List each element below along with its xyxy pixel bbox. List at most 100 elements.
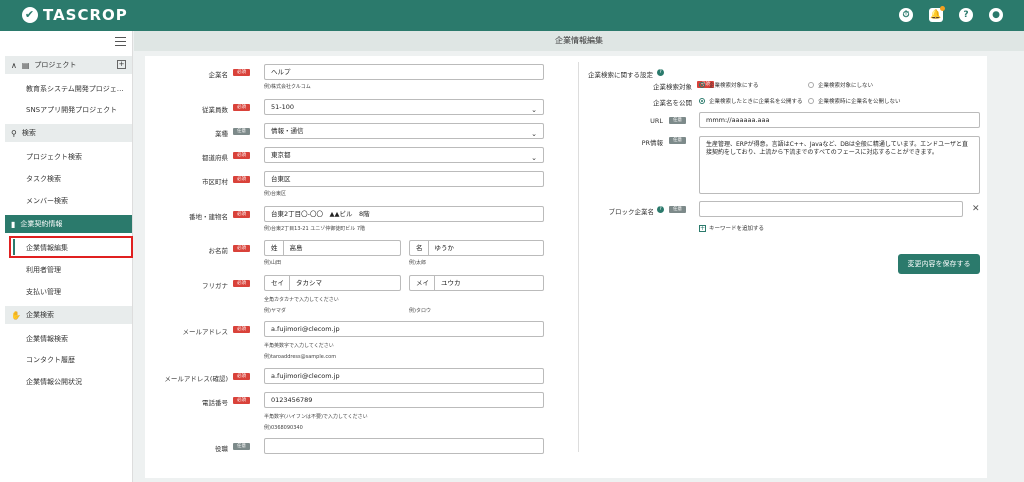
address-label: 番地・建物名 bbox=[189, 213, 228, 221]
sidebar-section-company-search[interactable]: ✋ 企業検索 bbox=[5, 306, 132, 324]
required-badge: 必須 bbox=[233, 211, 250, 218]
email-confirm-input[interactable]: a.fujimori@clecom.jp bbox=[264, 368, 544, 384]
first-furigana-input[interactable]: メイ ユウカ bbox=[409, 275, 544, 291]
add-project-icon[interactable]: + bbox=[117, 60, 126, 69]
help-icon[interactable]: ? bbox=[959, 8, 973, 22]
last-name-input[interactable]: 姓高島 bbox=[264, 240, 401, 256]
prefecture-select[interactable]: 東京都 ⌄ bbox=[264, 147, 544, 163]
first-furigana-value: ユウカ bbox=[441, 279, 461, 287]
radio-label: 企業検索時に企業名を公開しない bbox=[818, 99, 901, 105]
position-input[interactable] bbox=[264, 438, 544, 454]
brand-name: TASCROP bbox=[43, 6, 128, 24]
help-circle-icon[interactable]: ? bbox=[657, 206, 664, 213]
required-badge: 必須 bbox=[233, 397, 250, 404]
position-label: 役職 bbox=[215, 445, 228, 453]
bell-icon[interactable]: 🔔 bbox=[929, 6, 945, 22]
sidebar-section-label: 検索 bbox=[21, 129, 36, 137]
last-furigana-input[interactable]: セイ タカシマ bbox=[264, 275, 401, 291]
publish-name-off-radio[interactable]: 企業検索時に企業名を公開しない bbox=[808, 97, 901, 105]
sidebar-section-label: プロジェクト bbox=[34, 61, 77, 69]
address-input[interactable]: 台東2丁目〇-〇〇 ▲▲ビル 8階 bbox=[264, 206, 544, 222]
company-name-label: 企業名 bbox=[208, 71, 229, 79]
column-divider bbox=[578, 62, 579, 452]
search-target-off-radio[interactable]: 企業検索対象にしない bbox=[808, 81, 873, 89]
optional-badge: 任意 bbox=[669, 206, 686, 213]
radio-label: 企業検索対象にする bbox=[709, 83, 759, 89]
phone-hint: 半角数字(ハイフンは不要)で入力してください bbox=[264, 414, 368, 420]
company-name-input[interactable]: ヘルプ bbox=[264, 64, 544, 80]
phone-example: 例)0368090340 bbox=[264, 425, 303, 431]
hamburger-icon[interactable] bbox=[115, 37, 126, 46]
save-button[interactable]: 変更内容を保存する bbox=[898, 254, 980, 274]
pr-textarea[interactable]: 生産管理、ERPが得意。言語はC++、Javaなど、DBは全般に精通しています。… bbox=[699, 136, 980, 194]
first-name-value: ゆうか bbox=[434, 244, 455, 252]
sidebar-section-contract[interactable]: ▮ 企業契約情報 bbox=[5, 215, 132, 233]
sidebar-item-payment[interactable]: 支払い管理 bbox=[26, 287, 61, 297]
last-furigana-hint: 例)ヤマダ bbox=[264, 308, 286, 314]
block-company-input[interactable] bbox=[699, 201, 963, 217]
first-name-input[interactable]: 名ゆうか bbox=[409, 240, 544, 256]
help-circle-icon[interactable]: ? bbox=[657, 69, 664, 76]
email-input[interactable]: a.fujimori@clecom.jp bbox=[264, 321, 544, 337]
close-icon[interactable]: ✕ bbox=[972, 204, 980, 214]
sidebar-item-project-search[interactable]: プロジェクト検索 bbox=[26, 152, 82, 162]
url-input[interactable]: mmm://aaaaaa.aaa bbox=[699, 112, 980, 128]
optional-badge: 任意 bbox=[669, 137, 686, 144]
publish-name-label: 企業名を公開 bbox=[653, 99, 692, 107]
email-label: メールアドレス bbox=[182, 328, 229, 336]
sidebar-item-project-2[interactable]: SNSアプリ開発プロジェクト bbox=[26, 105, 117, 115]
block-company-label: ブロック企業名 bbox=[608, 208, 655, 216]
industry-select[interactable]: 情報・通信 ⌄ bbox=[264, 123, 544, 139]
first-name-hint: 例)太郎 bbox=[409, 260, 426, 266]
prefecture-value: 東京都 bbox=[271, 151, 291, 159]
chevron-up-icon: ∧ bbox=[11, 60, 17, 70]
list-icon: ▤ bbox=[21, 60, 30, 70]
search-target-on-radio[interactable]: 企業検索対象にする bbox=[699, 81, 759, 89]
first-name-prefix: 名 bbox=[416, 241, 429, 255]
sidebar-item-publish-status[interactable]: 企業情報公開状況 bbox=[26, 377, 82, 387]
last-furigana-value: タカシマ bbox=[296, 279, 322, 287]
prefecture-label: 都道府県 bbox=[202, 154, 228, 162]
page-title: 企業情報編集 bbox=[134, 31, 1024, 51]
timer-icon[interactable]: ⏱ bbox=[899, 8, 913, 22]
employees-select[interactable]: 51-100 ⌄ bbox=[264, 99, 544, 115]
brand-logo[interactable]: ✔ TASCROP bbox=[22, 6, 128, 24]
city-input[interactable]: 台東区 bbox=[264, 171, 544, 187]
required-badge: 必須 bbox=[233, 326, 250, 333]
sidebar-item-company-edit[interactable]: 企業情報編集 bbox=[26, 243, 68, 253]
furigana-hint: 全角カタカナで入力してください bbox=[264, 297, 339, 303]
user-icon[interactable]: ● bbox=[989, 8, 1003, 22]
sidebar-item-task-search[interactable]: タスク検索 bbox=[26, 174, 61, 184]
required-badge: 必須 bbox=[233, 104, 250, 111]
sidebar-item-project-1[interactable]: 教育系システム開発プロジェ… bbox=[26, 84, 124, 94]
add-keyword-button[interactable]: + キーワードを追加する bbox=[699, 224, 764, 232]
first-furigana-hint: 例)タロウ bbox=[409, 308, 431, 314]
last-furigana-prefix: セイ bbox=[271, 276, 290, 290]
sidebar-section-search[interactable]: ⚲ 検索 bbox=[5, 124, 132, 142]
sidebar-item-user-management[interactable]: 利用者管理 bbox=[26, 265, 61, 275]
radio-dot bbox=[699, 82, 705, 88]
sidebar-item-company-search[interactable]: 企業情報検索 bbox=[26, 334, 68, 344]
radio-label: 企業検索対象にしない bbox=[818, 83, 874, 89]
required-badge: 必須 bbox=[233, 245, 250, 252]
search-target-label: 企業検索対象 bbox=[653, 83, 692, 91]
sidebar-section-project[interactable]: ∧ ▤ プロジェクト + bbox=[5, 56, 132, 74]
publish-name-on-radio[interactable]: 企業検索したときに企業名を公開する bbox=[699, 97, 803, 105]
phone-input[interactable]: 0123456789 bbox=[264, 392, 544, 408]
required-badge: 必須 bbox=[233, 280, 250, 287]
industry-value: 情報・通信 bbox=[271, 127, 304, 135]
required-badge: 必須 bbox=[233, 176, 250, 183]
sidebar-item-member-search[interactable]: メンバー検索 bbox=[26, 196, 68, 206]
phone-label: 電話番号 bbox=[202, 399, 228, 407]
chevron-down-icon: ⌄ bbox=[531, 106, 537, 114]
required-badge: 必須 bbox=[233, 69, 250, 76]
handshake-icon: ✋ bbox=[11, 310, 21, 320]
sidebar-section-label: 企業検索 bbox=[25, 311, 54, 319]
last-name-prefix: 姓 bbox=[271, 241, 284, 255]
address-hint: 例)台東2丁目13-21 ユニゾ仲御徒町ビル 7階 bbox=[264, 226, 366, 232]
last-name-hint: 例)山田 bbox=[264, 260, 281, 266]
search-icon: ⚲ bbox=[11, 128, 17, 138]
email-example: 例)taroaddress@sample.com bbox=[264, 354, 337, 360]
email-hint: 半角英数字で入力してください bbox=[264, 343, 334, 349]
sidebar-item-contact-history[interactable]: コンタクト履歴 bbox=[26, 355, 75, 365]
